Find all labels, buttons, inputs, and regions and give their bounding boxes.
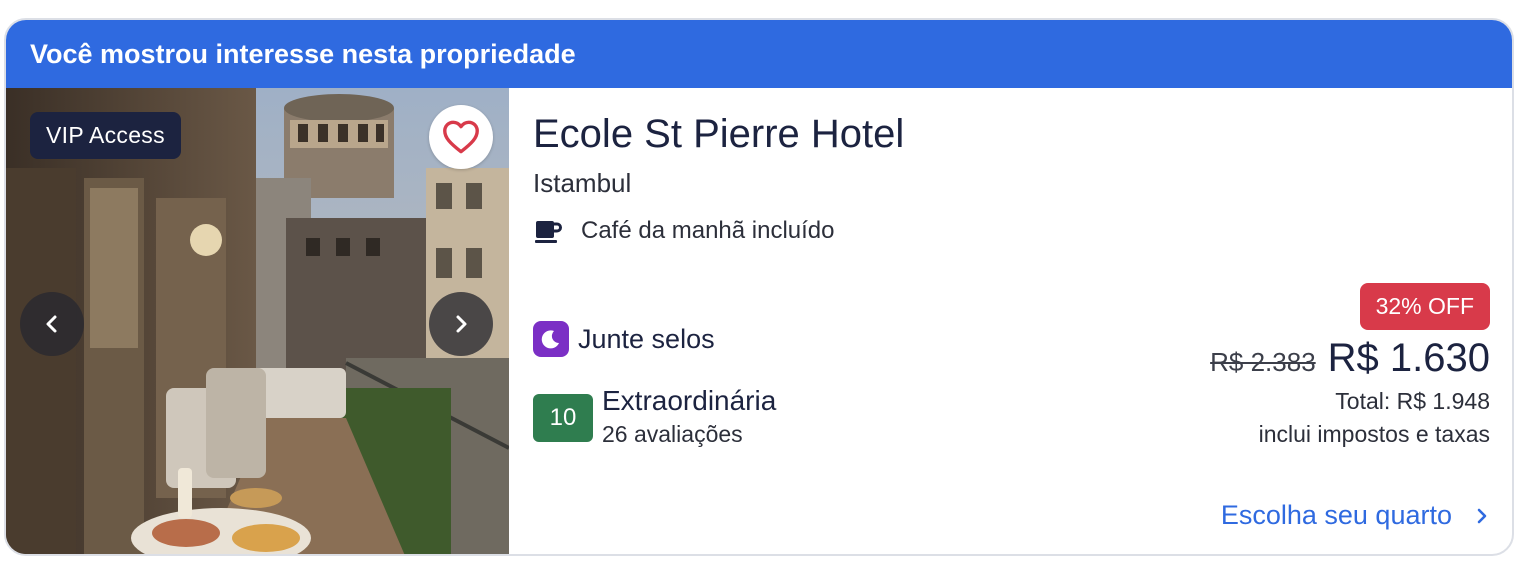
vip-access-badge: VIP Access bbox=[30, 112, 181, 159]
hotel-city: Istambul bbox=[533, 168, 632, 198]
property-card[interactable]: Você mostrou interesse nesta propriedade bbox=[4, 18, 1514, 556]
chevron-right-icon bbox=[1474, 506, 1490, 526]
amenity-breakfast: Café da manhã incluído bbox=[533, 216, 835, 246]
chevron-left-icon bbox=[46, 315, 57, 333]
rating-label: Extraordinária bbox=[602, 385, 777, 416]
current-price: R$ 1.630 bbox=[1327, 336, 1490, 380]
property-details: Ecole St Pierre Hotel Istambul Café da m… bbox=[509, 88, 1512, 554]
previous-photo-button[interactable] bbox=[20, 292, 84, 356]
heart-icon bbox=[443, 120, 479, 154]
taxes-note: inclui impostos e taxas bbox=[1258, 421, 1490, 447]
choose-room-label: Escolha seu quarto bbox=[1220, 500, 1452, 530]
banner-text: Você mostrou interesse nesta propriedade bbox=[30, 39, 576, 69]
favorite-button[interactable] bbox=[429, 105, 493, 169]
hotel-name[interactable]: Ecole St Pierre Hotel bbox=[533, 112, 904, 157]
original-price: R$ 2.383 bbox=[1210, 347, 1316, 377]
next-photo-button[interactable] bbox=[429, 292, 493, 356]
rewards-label: Junte selos bbox=[578, 323, 715, 354]
choose-room-link[interactable]: Escolha seu quarto bbox=[1221, 500, 1490, 531]
total-price: Total: R$ 1.948 bbox=[1335, 388, 1490, 414]
interest-banner: Você mostrou interesse nesta propriedade bbox=[6, 20, 1512, 88]
coffee-cup-icon bbox=[535, 221, 562, 243]
amenity-label: Café da manhã incluído bbox=[581, 217, 835, 244]
rating-score-badge: 10 bbox=[533, 394, 593, 442]
price-row: R$ 2.383 R$ 1.630 bbox=[1210, 336, 1490, 381]
moon-icon bbox=[533, 321, 569, 357]
review-count: 26 avaliações bbox=[602, 421, 743, 447]
rewards-stamps: Junte selos bbox=[533, 321, 715, 357]
hotel-photo-carousel[interactable]: VIP Access bbox=[6, 88, 509, 554]
discount-badge: 32% OFF bbox=[1359, 283, 1490, 330]
chevron-right-icon bbox=[456, 315, 467, 333]
guest-rating: 10 Extraordinária 26 avaliações bbox=[533, 384, 776, 450]
